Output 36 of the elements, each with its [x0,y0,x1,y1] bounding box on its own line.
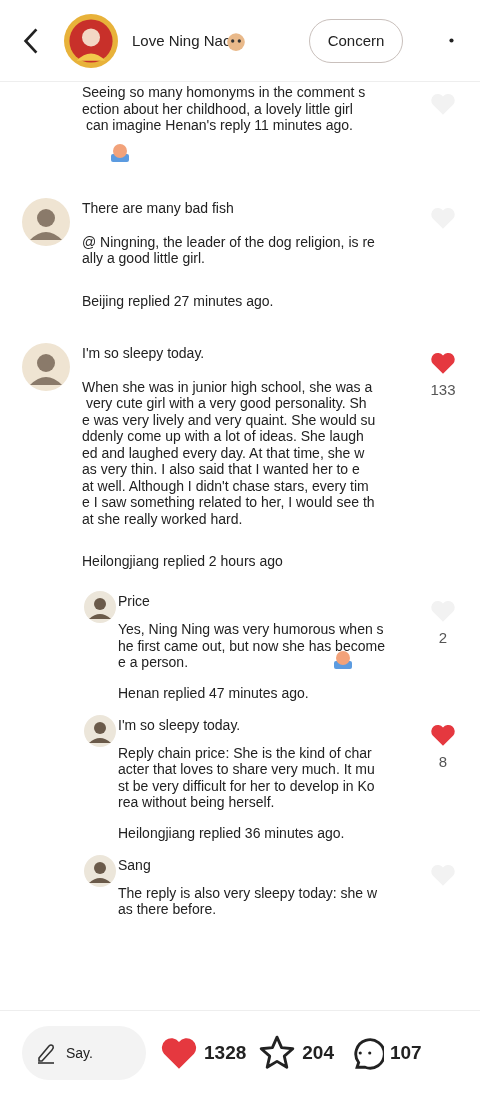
comment-author: Sang [118,855,151,875]
reply-time: Heilongjiang replied 36 minutes ago. [118,824,345,841]
comment-author: I'm so sleepy today. [118,715,241,735]
heart-icon[interactable] [430,722,456,747]
avatar-icon[interactable] [84,714,116,747]
star-count: 204 [302,1042,334,1064]
like-count: 8 [438,752,448,770]
follow-button[interactable]: Concern [309,18,403,63]
like-count: 2 [438,629,448,646]
more-icon[interactable] [449,38,454,43]
reply-time: Henan replied 47 minutes ago. [118,684,309,701]
comment-input[interactable]: Say. [22,1026,146,1080]
avatar-icon[interactable] [22,197,70,246]
pencil-icon [36,1042,56,1064]
back-icon[interactable] [22,26,40,55]
like-count: 1328 [204,1042,247,1064]
comment-author: I'm so sleepy today. [82,343,205,363]
comment-author: Price [118,592,150,611]
comment-author: There are many bad fish [82,198,234,218]
reply-time: Beijing replied 27 minutes ago. [82,292,274,309]
avatar-icon[interactable] [64,13,118,68]
comment-text: Yes, Ning Ning was very humorous when s he first came out, but now she has become e a person. [118,621,385,671]
heart-icon[interactable] [160,1035,198,1071]
star-icon[interactable] [258,1034,297,1072]
like-count: 133 [430,380,456,398]
avatar-icon[interactable] [84,854,116,887]
reply-time: Heilongjiang replied 2 hours ago [82,553,283,569]
comment-text: Seeing so many homonyms in the comment s ection about her childhood, a lovely little girl can imagine Henan's reply 11 minutes ago. [82,84,366,134]
heart-icon[interactable] [430,350,456,375]
comment-text: The reply is also very sleepy today: she w as there before. [118,884,378,918]
avatar-icon[interactable] [84,591,116,623]
comment-text: @ Ningning, the leader of the dog religion, is re ally a good little girl. [82,233,375,267]
comment-text: When she was in junior high school, she was a very cute girl with a very good personality. Sh e was very lively and very quaint. She would su ddenly come up with a lot of ideas. She laugh ed and laughed every day. At that time, she w as very thin. I also said that I wanted her to e at well. Although I didn't chase stars, every tim e I saw something related to her, I would see th at she really worked hard. [82,378,376,527]
comment-count: 107 [390,1042,422,1064]
comment-text: Reply chain price: She is the kind of char acter that loves to share very much. It mu st be very difficult for her to develop in Ko rea without being herself. [118,744,375,811]
avatar-icon[interactable] [22,342,70,391]
